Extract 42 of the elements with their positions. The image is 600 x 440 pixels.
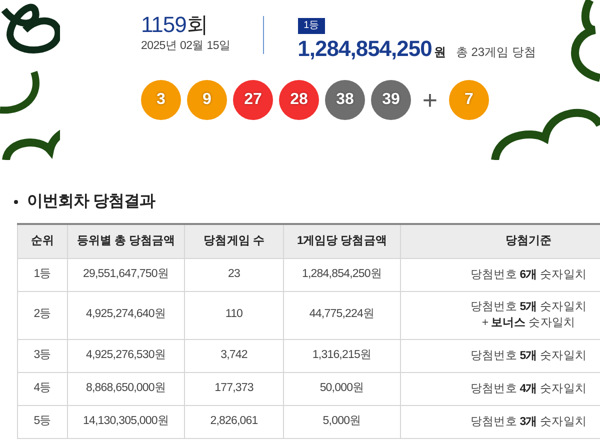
number-ball: 38 bbox=[325, 80, 365, 120]
table-cell: 4등 bbox=[18, 372, 68, 405]
table-cell: 1,284,854,250원 bbox=[284, 258, 400, 291]
table-cell: 8,868,650,000원 bbox=[68, 372, 184, 405]
table-cell: 1등 bbox=[18, 258, 68, 291]
prize-amount: 1,284,854,250 bbox=[298, 36, 432, 62]
table-cell: 3,742 bbox=[184, 339, 284, 372]
column-header: 1게임당 당첨금액 bbox=[284, 224, 400, 258]
table-cell: 5등 bbox=[18, 405, 68, 438]
table-cell: 4,925,274,640원 bbox=[68, 291, 184, 339]
table-cell: 14,130,305,000원 bbox=[68, 405, 184, 438]
table-cell: 2,826,061 bbox=[184, 405, 284, 438]
number-ball: 3 bbox=[141, 80, 181, 120]
number-ball: 9 bbox=[187, 80, 227, 120]
table-cell: 3등 bbox=[18, 339, 68, 372]
table-cell: 5,000원 bbox=[284, 405, 400, 438]
column-header: 순위 bbox=[18, 224, 68, 258]
column-header: 당첨게임 수 bbox=[184, 224, 284, 258]
section-title: 이번회차 당첨결과 bbox=[27, 193, 155, 210]
table-cell: 44,775,224원 bbox=[284, 291, 400, 339]
bonus-ball: 7 bbox=[449, 80, 489, 120]
round-suffix: 회 bbox=[186, 12, 208, 37]
rank-label: 1등 bbox=[298, 18, 326, 34]
draw-date: 2025년 02월 15일 bbox=[141, 39, 231, 54]
number-ball: 39 bbox=[371, 80, 411, 120]
column-header: 당첨기준 bbox=[400, 224, 600, 258]
table-cell: 177,373 bbox=[184, 372, 284, 405]
table-cell: 1,316,215원 bbox=[284, 339, 400, 372]
plus-sign: + bbox=[421, 84, 439, 117]
table-cell: 2등 bbox=[18, 291, 68, 339]
table-cell: 110 bbox=[184, 291, 284, 339]
currency-unit: 원 bbox=[434, 44, 446, 61]
round-number: 1159 bbox=[141, 12, 186, 37]
winners-count: 총 23게임 당첨 bbox=[456, 44, 536, 61]
table-cell: 50,000원 bbox=[284, 372, 400, 405]
number-ball: 28 bbox=[279, 80, 319, 120]
table-cell: 29,551,647,750원 bbox=[68, 258, 184, 291]
bullet-icon bbox=[14, 200, 18, 204]
table-cell: 23 bbox=[184, 258, 284, 291]
column-header: 등위별 총 당첨금액 bbox=[68, 224, 184, 258]
table-cell: 4,925,276,530원 bbox=[68, 339, 184, 372]
number-ball: 27 bbox=[233, 80, 273, 120]
